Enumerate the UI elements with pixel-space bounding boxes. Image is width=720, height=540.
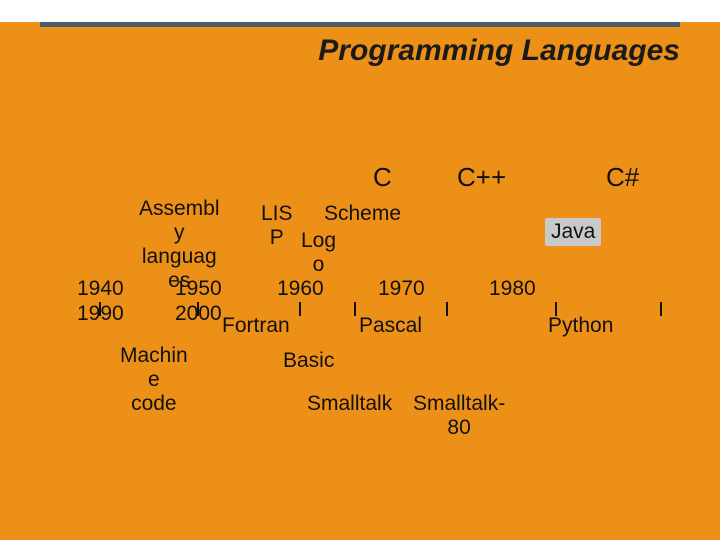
lang-scheme: Scheme xyxy=(324,202,401,226)
year-1970: 1970 xyxy=(378,277,425,301)
tick-mid1 xyxy=(354,302,356,316)
lang-csharp: C# xyxy=(606,163,639,193)
year-1960: 1960 xyxy=(277,277,324,301)
tick-mid2 xyxy=(446,302,448,316)
lang-machine: Machin e code xyxy=(120,344,188,416)
tick-1950 xyxy=(197,302,199,316)
lang-python: Python xyxy=(548,314,613,338)
year-1940: 1940 xyxy=(77,277,124,301)
lang-smalltalk80: Smalltalk- 80 xyxy=(413,392,505,440)
lang-java: Java xyxy=(545,218,601,246)
tick-1940 xyxy=(99,302,101,316)
lang-c: C xyxy=(373,163,392,193)
lang-cpp: C++ xyxy=(457,163,506,193)
lang-smalltalk: Smalltalk xyxy=(307,392,392,416)
tick-end xyxy=(660,302,662,316)
tick-1960 xyxy=(299,302,301,316)
lang-pascal: Pascal xyxy=(359,314,422,338)
lang-logo: Log o xyxy=(301,229,336,277)
slide: Programming Languages C C++ C# Assembl y… xyxy=(0,0,720,540)
slide-title: Programming Languages xyxy=(0,34,680,68)
lang-basic: Basic xyxy=(283,349,334,373)
top-margin xyxy=(0,0,720,22)
year-1950: 1950 xyxy=(175,277,222,301)
header-rule xyxy=(40,22,680,27)
lang-lisp: LIS P xyxy=(261,202,293,250)
lang-fortran: Fortran xyxy=(222,314,290,338)
year-1980: 1980 xyxy=(489,277,536,301)
